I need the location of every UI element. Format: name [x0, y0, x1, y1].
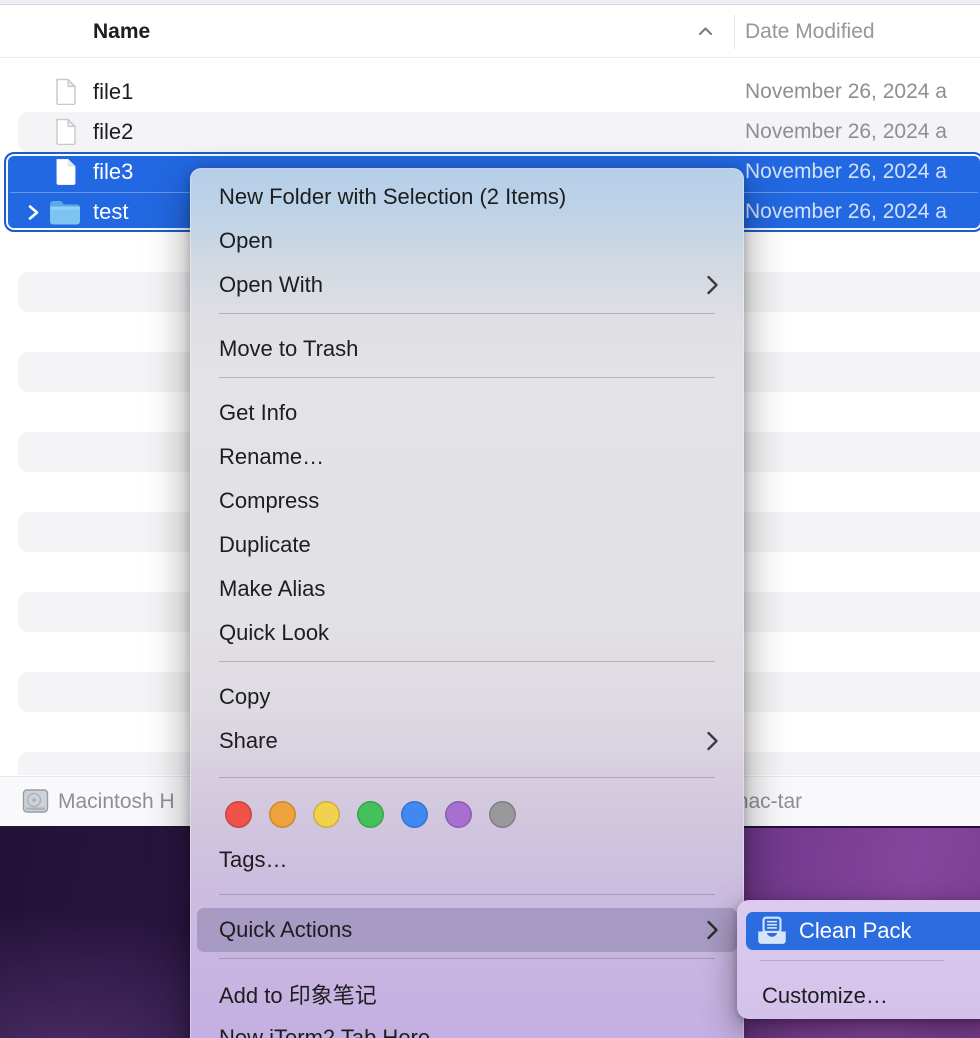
menu-item-get-info[interactable]: Get Info — [191, 391, 743, 435]
file-date-modified: November 26, 2024 a — [745, 80, 947, 103]
submenu-divider — [760, 960, 944, 961]
menu-item-quick-actions[interactable]: Quick Actions — [197, 908, 737, 952]
menu-item-copy[interactable]: Copy — [191, 675, 743, 719]
submenu-item-clean-pack[interactable]: Clean Pack — [746, 912, 980, 950]
quick-actions-submenu: Clean Pack Customize… — [737, 900, 980, 1019]
menu-item-add-to-yinxiang[interactable]: Add to 印象笔记 — [191, 972, 743, 1016]
file-row-file1[interactable]: file1 November 26, 2024 a — [0, 72, 980, 112]
submenu-arrow-icon — [706, 730, 719, 752]
file-date-modified: November 26, 2024 a — [745, 160, 947, 183]
context-menu: New Folder with Selection (2 Items) Open… — [190, 168, 744, 1038]
file-date-modified: November 26, 2024 a — [745, 200, 947, 223]
finder-screenshot: Name Date Modified file1 November 26, 20… — [0, 0, 980, 1038]
list-view-header: Name Date Modified — [0, 6, 980, 57]
column-header-name[interactable]: Name — [93, 6, 150, 57]
submenu-arrow-icon — [706, 274, 719, 296]
path-item-device[interactable]: Macintosh H — [58, 777, 175, 827]
toolbar-bottom-strip — [0, 0, 980, 5]
tag-dot-green[interactable] — [357, 800, 384, 828]
column-divider[interactable] — [734, 15, 735, 49]
submenu-item-customize[interactable]: Customize… — [762, 974, 888, 1018]
document-icon — [55, 158, 77, 190]
tag-dot-purple[interactable] — [445, 800, 472, 828]
menu-divider — [219, 894, 715, 895]
menu-item-duplicate[interactable]: Duplicate — [191, 523, 743, 567]
menu-divider — [219, 377, 715, 378]
menu-item-make-alias[interactable]: Make Alias — [191, 567, 743, 611]
sort-ascending-icon[interactable] — [697, 23, 714, 45]
menu-divider — [219, 661, 715, 662]
file-date-modified: November 26, 2024 a — [745, 120, 947, 143]
file-row-file2[interactable]: file2 November 26, 2024 a — [0, 112, 980, 152]
header-divider — [0, 57, 980, 58]
tag-dot-red[interactable] — [225, 800, 252, 828]
menu-item-compress[interactable]: Compress — [191, 479, 743, 523]
column-header-date-modified[interactable]: Date Modified — [745, 6, 875, 57]
folder-name: test — [93, 199, 129, 224]
document-icon — [55, 78, 77, 110]
menu-item-tags[interactable]: Tags… — [191, 838, 743, 882]
menu-item-share[interactable]: Share — [191, 719, 743, 763]
file-name: file1 — [93, 79, 134, 104]
tag-dot-gray[interactable] — [489, 800, 516, 828]
menu-item-new-iterm2-tab[interactable]: New iTerm2 Tab Here — [191, 1016, 743, 1038]
menu-item-quick-look[interactable]: Quick Look — [191, 611, 743, 655]
disclosure-chevron-icon[interactable] — [27, 204, 40, 226]
archive-tray-icon — [756, 916, 788, 946]
file-name: file3 — [93, 159, 134, 184]
folder-icon — [49, 200, 81, 230]
menu-item-rename[interactable]: Rename… — [191, 435, 743, 479]
menu-divider — [219, 777, 715, 778]
menu-item-open-with[interactable]: Open With — [191, 263, 743, 307]
menu-divider — [219, 958, 715, 959]
menu-item-open[interactable]: Open — [191, 219, 743, 263]
tag-dot-orange[interactable] — [269, 800, 296, 828]
menu-item-new-folder-with-selection[interactable]: New Folder with Selection (2 Items) — [191, 175, 743, 219]
submenu-arrow-icon — [706, 919, 719, 941]
tag-color-row — [191, 790, 743, 838]
file-name: file2 — [93, 119, 134, 144]
tag-dot-yellow[interactable] — [313, 800, 340, 828]
menu-divider — [219, 313, 715, 314]
menu-item-move-to-trash[interactable]: Move to Trash — [191, 327, 743, 371]
hard-drive-icon — [22, 788, 49, 819]
tag-dot-blue[interactable] — [401, 800, 428, 828]
document-icon — [55, 118, 77, 150]
